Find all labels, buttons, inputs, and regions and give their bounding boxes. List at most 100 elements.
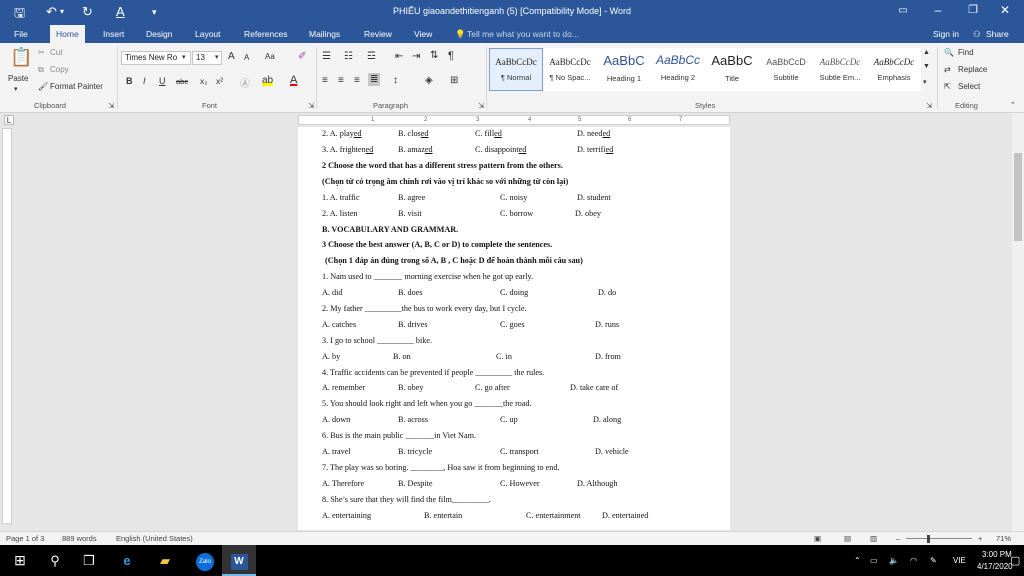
paste-button[interactable]: Paste [8, 74, 28, 83]
language-indicator[interactable]: English (United States) [116, 534, 193, 543]
change-case-button[interactable]: Aa [265, 52, 275, 61]
style-normal[interactable]: AaBbCcDc ¶ Normal [489, 48, 543, 91]
task-view-icon[interactable]: ❐ [76, 545, 102, 576]
grow-font-button[interactable]: A [228, 51, 235, 62]
tab-selector-icon[interactable]: L [4, 115, 14, 125]
shading-icon[interactable]: ◈ [425, 75, 433, 86]
bullets-icon[interactable]: ☰ [322, 51, 331, 62]
styles-more-icon[interactable]: ▾ [923, 78, 927, 86]
wifi-icon[interactable]: ◠ [910, 556, 917, 565]
zoom-slider[interactable] [906, 538, 972, 539]
align-right-icon[interactable]: ≡ [354, 75, 360, 86]
vertical-ruler[interactable] [2, 128, 12, 524]
replace-button[interactable]: Replace [958, 65, 987, 74]
strikethrough-button[interactable]: abc [176, 77, 188, 86]
restore-button[interactable]: ❐ [958, 3, 988, 16]
tab-mailings[interactable]: Mailings [303, 25, 346, 43]
print-layout-icon[interactable]: ▤ [844, 534, 851, 543]
scrollbar-thumb[interactable] [1014, 153, 1022, 241]
font-launcher-icon[interactable]: ⇲ [308, 101, 314, 110]
show-formatting-marks-icon[interactable]: ¶ [448, 50, 454, 62]
clipboard-launcher-icon[interactable]: ⇲ [108, 101, 114, 110]
input-language[interactable]: VIE [953, 556, 966, 565]
close-button[interactable]: ✕ [990, 3, 1020, 17]
decrease-indent-icon[interactable]: ⇤ [395, 51, 403, 62]
borders-icon[interactable]: ⊞ [450, 75, 458, 86]
edge-browser-icon[interactable]: e [112, 545, 142, 576]
paste-icon[interactable]: 📋 [10, 47, 32, 68]
read-mode-icon[interactable]: ▣ [814, 534, 821, 543]
search-icon[interactable]: ⚲ [40, 545, 70, 576]
zoom-slider-handle[interactable] [927, 535, 930, 543]
shrink-font-button[interactable]: A [244, 53, 249, 62]
share-button[interactable]: Share [986, 25, 1009, 43]
clock-time[interactable]: 3:00 PM [982, 550, 1012, 559]
style-heading-1[interactable]: AaBbC Heading 1 [597, 48, 651, 91]
styles-launcher-icon[interactable]: ⇲ [926, 101, 932, 110]
zalo-app-icon[interactable]: Zalo [190, 545, 220, 576]
align-left-icon[interactable]: ≡ [322, 75, 328, 86]
bold-button[interactable]: B [126, 76, 133, 86]
zoom-in-icon[interactable]: + [978, 534, 982, 543]
style-emphasis[interactable]: AaBbCcDc Emphasis [867, 48, 921, 91]
word-count[interactable]: 889 words [62, 534, 97, 543]
line-spacing-icon[interactable]: ↕ [393, 75, 398, 86]
underline-button[interactable]: U [159, 76, 166, 86]
minimize-button[interactable]: – [923, 3, 953, 17]
collapse-ribbon-icon[interactable]: ⌃ [1010, 101, 1016, 109]
highlight-color-icon[interactable]: ab [262, 75, 274, 86]
increase-indent-icon[interactable]: ⇥ [412, 51, 420, 62]
word-app-icon[interactable]: W [222, 545, 256, 576]
file-explorer-icon[interactable]: ▰ [150, 545, 180, 576]
sort-icon[interactable]: ⇅ [430, 50, 438, 61]
subscript-button[interactable]: x₂ [200, 76, 208, 86]
tab-review[interactable]: Review [358, 25, 398, 43]
copy-button[interactable]: Copy [50, 65, 69, 74]
zoom-out-icon[interactable]: – [896, 534, 900, 543]
style-no-spacing[interactable]: AaBbCcDc ¶ No Spac... [543, 48, 597, 91]
tab-layout[interactable]: Layout [189, 25, 227, 43]
align-center-icon[interactable]: ≡ [338, 75, 344, 86]
style-heading-2[interactable]: AaBbCc Heading 2 [651, 48, 705, 91]
font-size-dropdown-icon[interactable]: ▾ [215, 53, 219, 61]
document-page[interactable]: 2. A. played B. closed C. filled D. need… [298, 127, 730, 530]
paste-dropdown-icon[interactable]: ▾ [14, 85, 18, 93]
pen-icon[interactable]: ✎ [930, 556, 937, 565]
battery-icon[interactable]: ▭ [870, 556, 878, 565]
italic-button[interactable]: I [143, 76, 146, 86]
font-name-field[interactable]: Times New Ro [121, 51, 191, 65]
tab-references[interactable]: References [238, 25, 293, 43]
paragraph-launcher-icon[interactable]: ⇲ [478, 101, 484, 110]
find-button[interactable]: Find [958, 48, 974, 57]
tell-me-input[interactable]: Tell me what you want to do... [467, 25, 579, 43]
clear-formatting-icon[interactable]: ✐ [298, 51, 306, 62]
multilevel-list-icon[interactable]: ☲ [367, 51, 376, 62]
page-count[interactable]: Page 1 of 3 [6, 534, 44, 543]
zoom-level[interactable]: 71% [996, 534, 1011, 543]
font-name-dropdown-icon[interactable]: ▾ [182, 53, 186, 61]
style-subtle-emphasis[interactable]: AaBbCcDc Subtle Em... [813, 48, 867, 91]
volume-icon[interactable]: 🔈 [889, 556, 899, 565]
cut-button[interactable]: Cut [50, 48, 62, 57]
tab-home[interactable]: Home [50, 25, 85, 43]
styles-scroll-up-icon[interactable]: ▲ [923, 49, 930, 56]
tab-insert[interactable]: Insert [97, 25, 130, 43]
clock-date[interactable]: 4/17/2020 [977, 562, 1013, 571]
share-icon[interactable]: ⚇ [973, 25, 981, 43]
superscript-button[interactable]: x² [216, 76, 223, 86]
numbering-icon[interactable]: ☷ [344, 51, 353, 62]
horizontal-ruler[interactable]: 1 2 3 4 5 6 7 [298, 115, 730, 125]
justify-icon[interactable]: ≣ [368, 73, 381, 86]
text-effects-icon[interactable]: Ⓐ [240, 75, 250, 90]
select-button[interactable]: Select [958, 82, 980, 91]
notifications-icon[interactable]: ▢ [1010, 554, 1020, 567]
tab-view[interactable]: View [408, 25, 438, 43]
start-windows-icon[interactable]: ⊞ [0, 545, 40, 576]
style-title[interactable]: AaBbC Title [705, 48, 759, 91]
style-subtitle[interactable]: AaBbCcD Subtitle [759, 48, 813, 91]
sign-in-link[interactable]: Sign in [933, 25, 959, 43]
ribbon-display-options-icon[interactable]: ▭ [888, 5, 918, 16]
format-painter-button[interactable]: Format Painter [50, 82, 103, 91]
show-hidden-icons-icon[interactable]: ⌃ [854, 556, 861, 565]
font-color-icon[interactable]: A [290, 74, 297, 86]
